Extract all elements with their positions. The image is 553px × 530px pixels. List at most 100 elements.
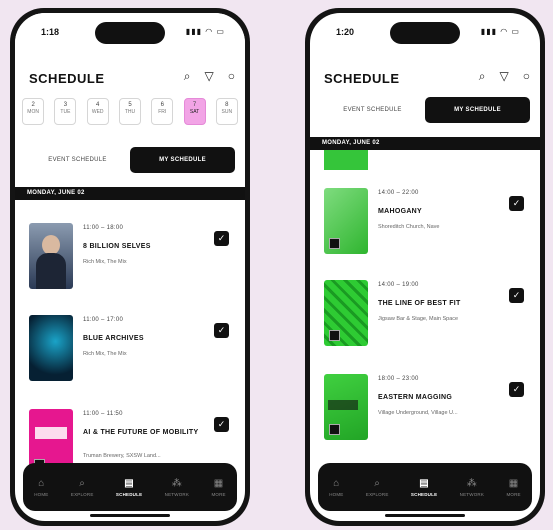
date-header: MONDAY, JUNE 02	[15, 187, 245, 200]
filter-icon[interactable]: ▽	[500, 69, 509, 84]
event-logo	[329, 330, 340, 341]
tab-event-schedule[interactable]: EVENT SCHEDULE	[320, 97, 425, 123]
home-indicator	[90, 514, 170, 517]
check-icon: ✓	[512, 384, 521, 394]
phone-right: 1:20 ▮▮▮ ◠ ▭ SCHEDULE ⌕ ▽ ○ EVENT SCHEDU…	[305, 8, 545, 526]
schedule-toggle: EVENT SCHEDULE MY SCHEDULE	[320, 97, 530, 123]
header-actions: ⌕ ▽ ○	[184, 69, 235, 84]
event-logo	[329, 238, 340, 249]
checkbox-checked[interactable]: ✓	[214, 231, 229, 246]
dynamic-island	[95, 22, 165, 44]
event-time: 18:00 – 23:00	[378, 376, 419, 382]
status-icons: ▮▮▮ ◠ ▭	[480, 27, 520, 36]
check-icon: ✓	[512, 290, 521, 300]
checkbox-checked[interactable]: ✓	[509, 382, 524, 397]
event-venue: Jigsaw Bar & Stage, Main Space	[378, 316, 459, 322]
network-icon: ⁂	[466, 477, 477, 489]
day-picker: 2 MON 3 TUE 4 WED 5 THU 6 FRI 7 SAT 8 SUN	[15, 98, 245, 125]
event-venue: Truman Brewery, SXSW Land...	[83, 453, 161, 459]
home-indicator	[385, 514, 465, 517]
check-icon: ✓	[217, 419, 226, 429]
checkbox-checked[interactable]: ✓	[214, 417, 229, 432]
tab-home[interactable]: ⌂ HOME	[329, 478, 343, 497]
list-item[interactable]: 11:00 – 18:00 8 BILLION SELVES Rich Mix,…	[15, 223, 245, 309]
tab-network[interactable]: ⁂ NETWORK	[165, 478, 189, 497]
check-icon: ✓	[217, 233, 226, 243]
tab-explore[interactable]: ⌕ EXPLORE	[71, 478, 94, 497]
schedule-toggle: EVENT SCHEDULE MY SCHEDULE	[25, 147, 235, 173]
tab-explore[interactable]: ⌕ EXPLORE	[366, 478, 389, 497]
event-title: 8 BILLION SELVES	[83, 243, 151, 250]
day-fri[interactable]: 6 FRI	[151, 98, 174, 125]
tab-more[interactable]: ▦ MORE	[506, 478, 520, 497]
search-icon: ⌕	[79, 477, 86, 489]
event-image-partial	[324, 150, 368, 170]
search-icon[interactable]: ⌕	[184, 69, 191, 84]
day-sat[interactable]: 7 SAT	[183, 98, 206, 125]
day-mon[interactable]: 2 MON	[22, 98, 45, 125]
list-item[interactable]: 18:00 – 23:00 EASTERN MAGGING Village Un…	[310, 374, 540, 460]
screen: 1:18 ▮▮▮ ◠ ▭ SCHEDULE ⌕ ▽ ○ 2 MON 3 TUE 4W…	[15, 13, 245, 521]
search-icon[interactable]: ⌕	[479, 69, 486, 84]
event-time: 11:00 – 11:50	[83, 411, 123, 417]
event-logo	[329, 424, 340, 435]
bell-icon[interactable]: ○	[228, 69, 235, 84]
list-item[interactable]: 14:00 – 19:00 THE LINE OF BEST FIT Jigsa…	[310, 280, 540, 366]
tab-home[interactable]: ⌂ HOME	[34, 478, 48, 497]
bottom-tab-bar: ⌂ HOME ⌕ EXPLORE ▤ SCHEDULE ⁂ NETWORK ▦ MORE	[318, 463, 532, 511]
event-image	[29, 223, 73, 289]
header-actions: ⌕ ▽ ○	[479, 69, 530, 84]
tab-network[interactable]: ⁂ NETWORK	[460, 478, 484, 497]
check-icon: ✓	[512, 198, 521, 208]
event-image	[29, 315, 73, 381]
bottom-tab-bar: ⌂ HOME ⌕ EXPLORE ▤ SCHEDULE ⁂ NETWORK ▦ MORE	[23, 463, 237, 511]
network-icon: ⁂	[171, 477, 182, 489]
tab-event-schedule[interactable]: EVENT SCHEDULE	[25, 147, 130, 173]
bell-icon[interactable]: ○	[523, 69, 530, 84]
calendar-icon: ▤	[419, 477, 429, 489]
dynamic-island	[390, 22, 460, 44]
day-sun[interactable]: 8 SUN	[215, 98, 238, 125]
page-title: SCHEDULE	[29, 71, 105, 86]
tab-more[interactable]: ▦ MORE	[211, 478, 225, 497]
grid-icon: ▦	[508, 477, 519, 489]
list-item[interactable]: 11:00 – 17:00 BLUE ARCHIVES Rich Mix, Th…	[15, 315, 245, 401]
event-time: 11:00 – 18:00	[83, 225, 124, 231]
checkbox-checked[interactable]: ✓	[509, 196, 524, 211]
day-wed[interactable]: 4 WED	[86, 98, 109, 125]
event-title: BLUE ARCHIVES	[83, 335, 144, 342]
day-tue[interactable]: 3 TUE	[54, 98, 77, 125]
event-title: AI & THE FUTURE OF MOBILITY	[83, 429, 199, 436]
event-title: EASTERN MAGGING	[378, 394, 453, 401]
checkbox-checked[interactable]: ✓	[509, 288, 524, 303]
screen: 1:20 ▮▮▮ ◠ ▭ SCHEDULE ⌕ ▽ ○ EVENT SCHEDU…	[310, 13, 540, 521]
day-thu[interactable]: 5 THU	[118, 98, 141, 125]
tab-my-schedule[interactable]: MY SCHEDULE	[425, 97, 530, 123]
event-time: 14:00 – 19:00	[378, 282, 419, 288]
event-venue: Rich Mix, The Mix	[83, 351, 127, 357]
status-icons: ▮▮▮ ◠ ▭	[185, 27, 225, 36]
date-header: MONDAY, JUNE 02	[310, 137, 540, 150]
status-time: 1:20	[336, 27, 355, 37]
tab-my-schedule[interactable]: MY SCHEDULE	[130, 147, 235, 173]
status-time: 1:18	[41, 27, 60, 37]
calendar-icon: ▤	[124, 477, 134, 489]
event-title: THE LINE OF BEST FIT	[378, 300, 461, 307]
tab-schedule[interactable]: ▤ SCHEDULE	[116, 478, 142, 497]
event-time: 14:00 – 22:00	[378, 190, 419, 196]
checkbox-checked[interactable]: ✓	[214, 323, 229, 338]
event-time: 11:00 – 17:00	[83, 317, 124, 323]
grid-icon: ▦	[213, 477, 224, 489]
event-venue: Village Underground, Village U...	[378, 410, 458, 416]
page-title: SCHEDULE	[324, 71, 400, 86]
search-icon: ⌕	[374, 477, 381, 489]
list-item[interactable]: 14:00 – 22:00 MAHOGANY Shoreditch Church…	[310, 188, 540, 274]
home-icon: ⌂	[38, 477, 45, 489]
event-image	[324, 188, 368, 254]
event-venue: Rich Mix, The Mix	[83, 259, 127, 265]
event-venue: Shoreditch Church, Nave	[378, 224, 440, 230]
check-icon: ✓	[217, 325, 226, 335]
tab-schedule[interactable]: ▤ SCHEDULE	[411, 478, 437, 497]
filter-icon[interactable]: ▽	[205, 69, 214, 84]
event-image	[324, 280, 368, 346]
